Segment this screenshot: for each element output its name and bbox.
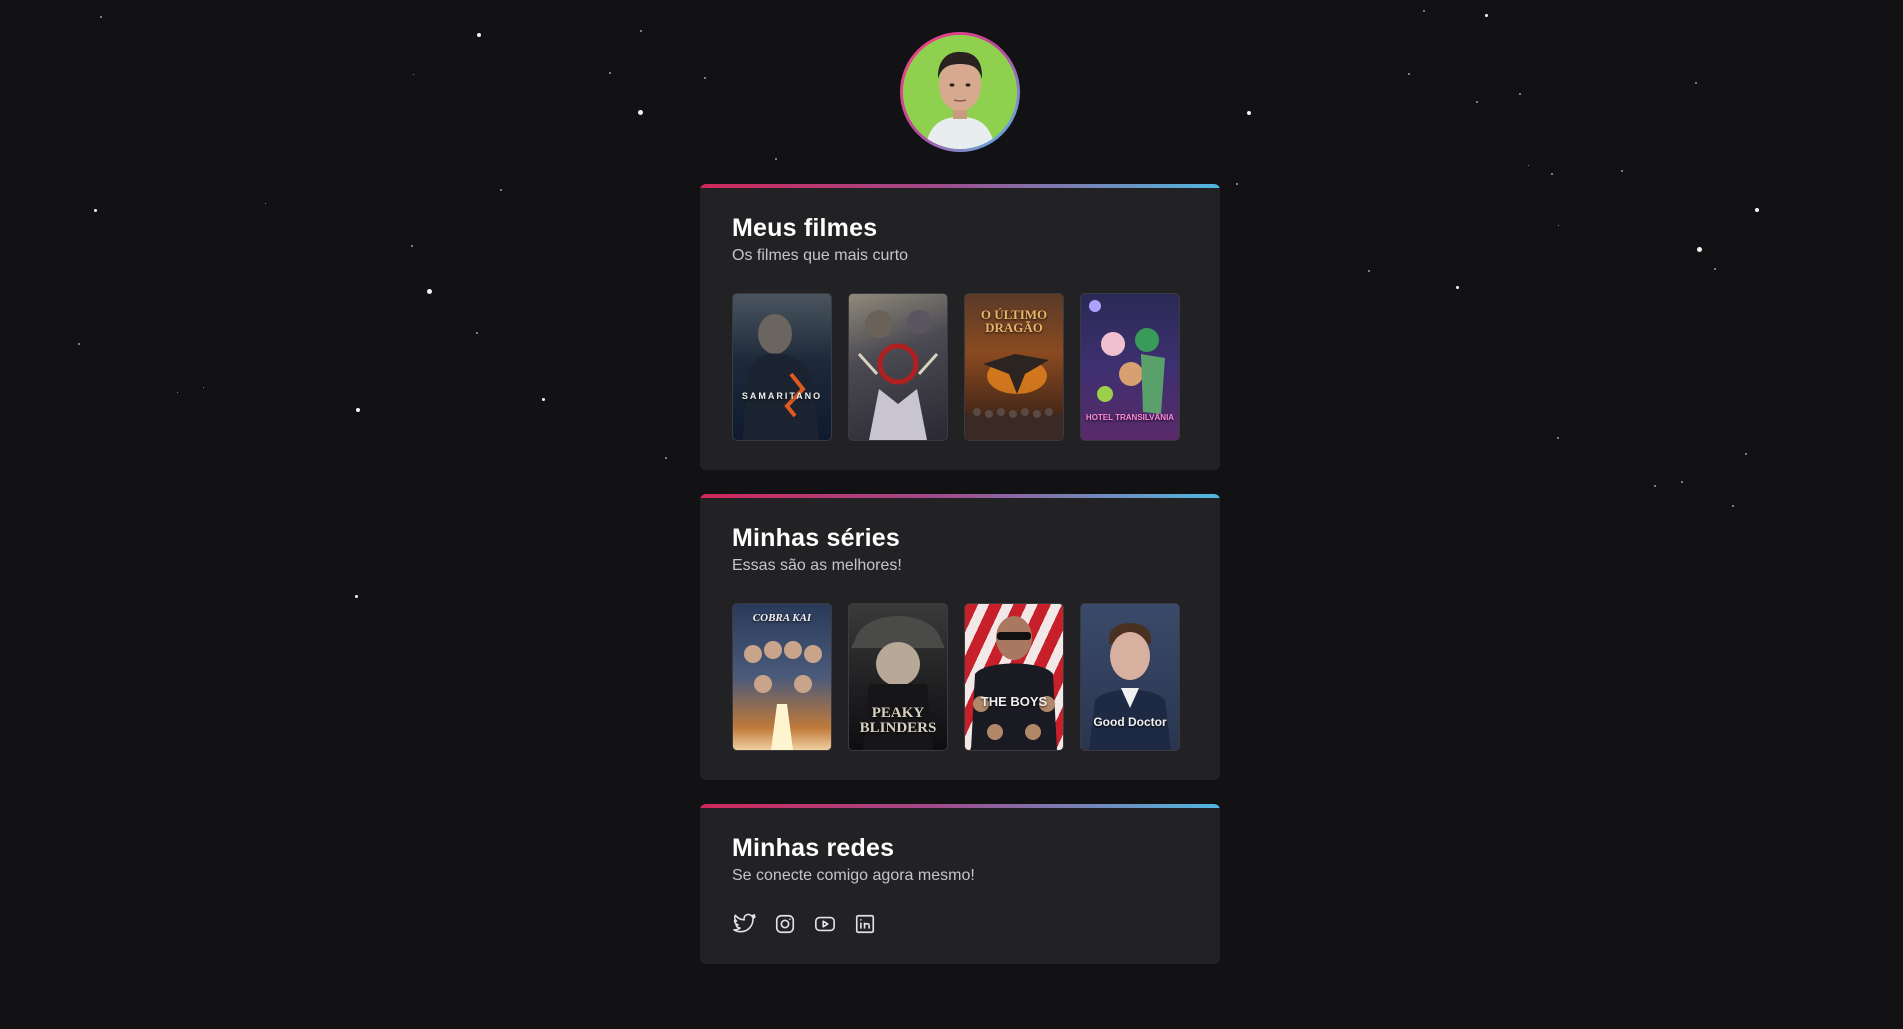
star bbox=[542, 398, 545, 401]
poster-samaritano-label: SAMARITANO bbox=[741, 391, 823, 401]
poster-peaky-blinders-label: PEAKY BLINDERS bbox=[859, 705, 937, 736]
poster-peaky-blinders[interactable]: PEAKY BLINDERS bbox=[848, 603, 948, 751]
poster-ultimo-dragao[interactable]: O ÚLTIMO DRAGÃO bbox=[964, 293, 1064, 441]
avatar-photo bbox=[903, 35, 1017, 149]
star bbox=[1558, 225, 1559, 226]
star bbox=[100, 16, 102, 18]
star bbox=[638, 110, 643, 115]
series-subtitle: Essas são as melhores! bbox=[732, 557, 902, 574]
star bbox=[1551, 173, 1553, 175]
socials-title: Minhas redes bbox=[732, 834, 895, 862]
movies-card: Meus filmes Os filmes que mais curto SAM… bbox=[700, 184, 1220, 470]
star bbox=[1697, 247, 1702, 252]
star bbox=[94, 209, 97, 212]
poster-ultimo-dragao-label: O ÚLTIMO DRAGÃO bbox=[980, 307, 1048, 335]
star bbox=[265, 203, 266, 204]
star bbox=[1755, 208, 1759, 212]
series-poster-list: COBRA KAI PEAKY BLINDERS THE BOYS Good D… bbox=[732, 603, 1188, 751]
poster-samaritano[interactable]: SAMARITANO bbox=[732, 293, 832, 441]
twitter-icon[interactable] bbox=[732, 911, 758, 937]
movies-title: Meus filmes bbox=[732, 214, 878, 242]
star bbox=[1714, 268, 1716, 270]
star bbox=[476, 332, 478, 334]
instagram-icon[interactable] bbox=[772, 911, 798, 937]
star bbox=[356, 408, 360, 412]
star bbox=[1368, 270, 1370, 272]
poster-good-doctor-label: Good Doctor bbox=[1093, 715, 1167, 729]
avatar bbox=[900, 32, 1020, 152]
star bbox=[1681, 481, 1683, 483]
star bbox=[1456, 286, 1459, 289]
youtube-icon[interactable] bbox=[812, 911, 838, 937]
star bbox=[1557, 437, 1559, 439]
star bbox=[1732, 505, 1734, 507]
socials-list bbox=[732, 911, 1188, 937]
star bbox=[1745, 453, 1747, 455]
star bbox=[1654, 485, 1656, 487]
star bbox=[665, 457, 667, 459]
socials-card: Minhas redes Se conecte comigo agora mes… bbox=[700, 804, 1220, 964]
star bbox=[500, 189, 502, 191]
poster-hotel-transilvania[interactable]: HOTEL TRANSILVÂNIA bbox=[1080, 293, 1180, 441]
star bbox=[177, 392, 178, 393]
movies-subtitle: Os filmes que mais curto bbox=[732, 247, 909, 264]
star bbox=[427, 289, 432, 294]
star bbox=[1423, 10, 1425, 12]
star bbox=[78, 343, 80, 345]
star bbox=[1695, 82, 1697, 84]
star bbox=[477, 33, 481, 37]
movies-poster-list: SAMARITANO O ÚLTIMO DRAGÃO HOTEL TRANSIL… bbox=[732, 293, 1188, 441]
star bbox=[413, 74, 414, 75]
star bbox=[704, 77, 706, 79]
star bbox=[203, 387, 204, 388]
star bbox=[355, 595, 358, 598]
star bbox=[1236, 183, 1238, 185]
poster-cobra-kai[interactable]: COBRA KAI bbox=[732, 603, 832, 751]
poster-the-boys-label: THE BOYS bbox=[980, 694, 1048, 709]
socials-subtitle: Se conecte comigo agora mesmo! bbox=[732, 867, 975, 884]
poster-the-boys[interactable]: THE BOYS bbox=[964, 603, 1064, 751]
star bbox=[640, 30, 642, 32]
star bbox=[1528, 165, 1529, 166]
star bbox=[775, 158, 777, 160]
star bbox=[1247, 111, 1251, 115]
star bbox=[1621, 170, 1623, 172]
poster-jujutsu[interactable] bbox=[848, 293, 948, 441]
star bbox=[411, 245, 413, 247]
star bbox=[609, 72, 611, 74]
star bbox=[1519, 93, 1521, 95]
star bbox=[1408, 73, 1410, 75]
series-card: Minhas séries Essas são as melhores! COB… bbox=[700, 494, 1220, 780]
star bbox=[1485, 14, 1488, 17]
poster-hotel-transilvania-label: HOTEL TRANSILVÂNIA bbox=[1085, 413, 1175, 422]
poster-cobra-kai-label: COBRA KAI bbox=[752, 612, 812, 624]
linkedin-icon[interactable] bbox=[852, 911, 878, 937]
series-title: Minhas séries bbox=[732, 524, 900, 552]
poster-good-doctor[interactable]: Good Doctor bbox=[1080, 603, 1180, 751]
star bbox=[1476, 101, 1478, 103]
